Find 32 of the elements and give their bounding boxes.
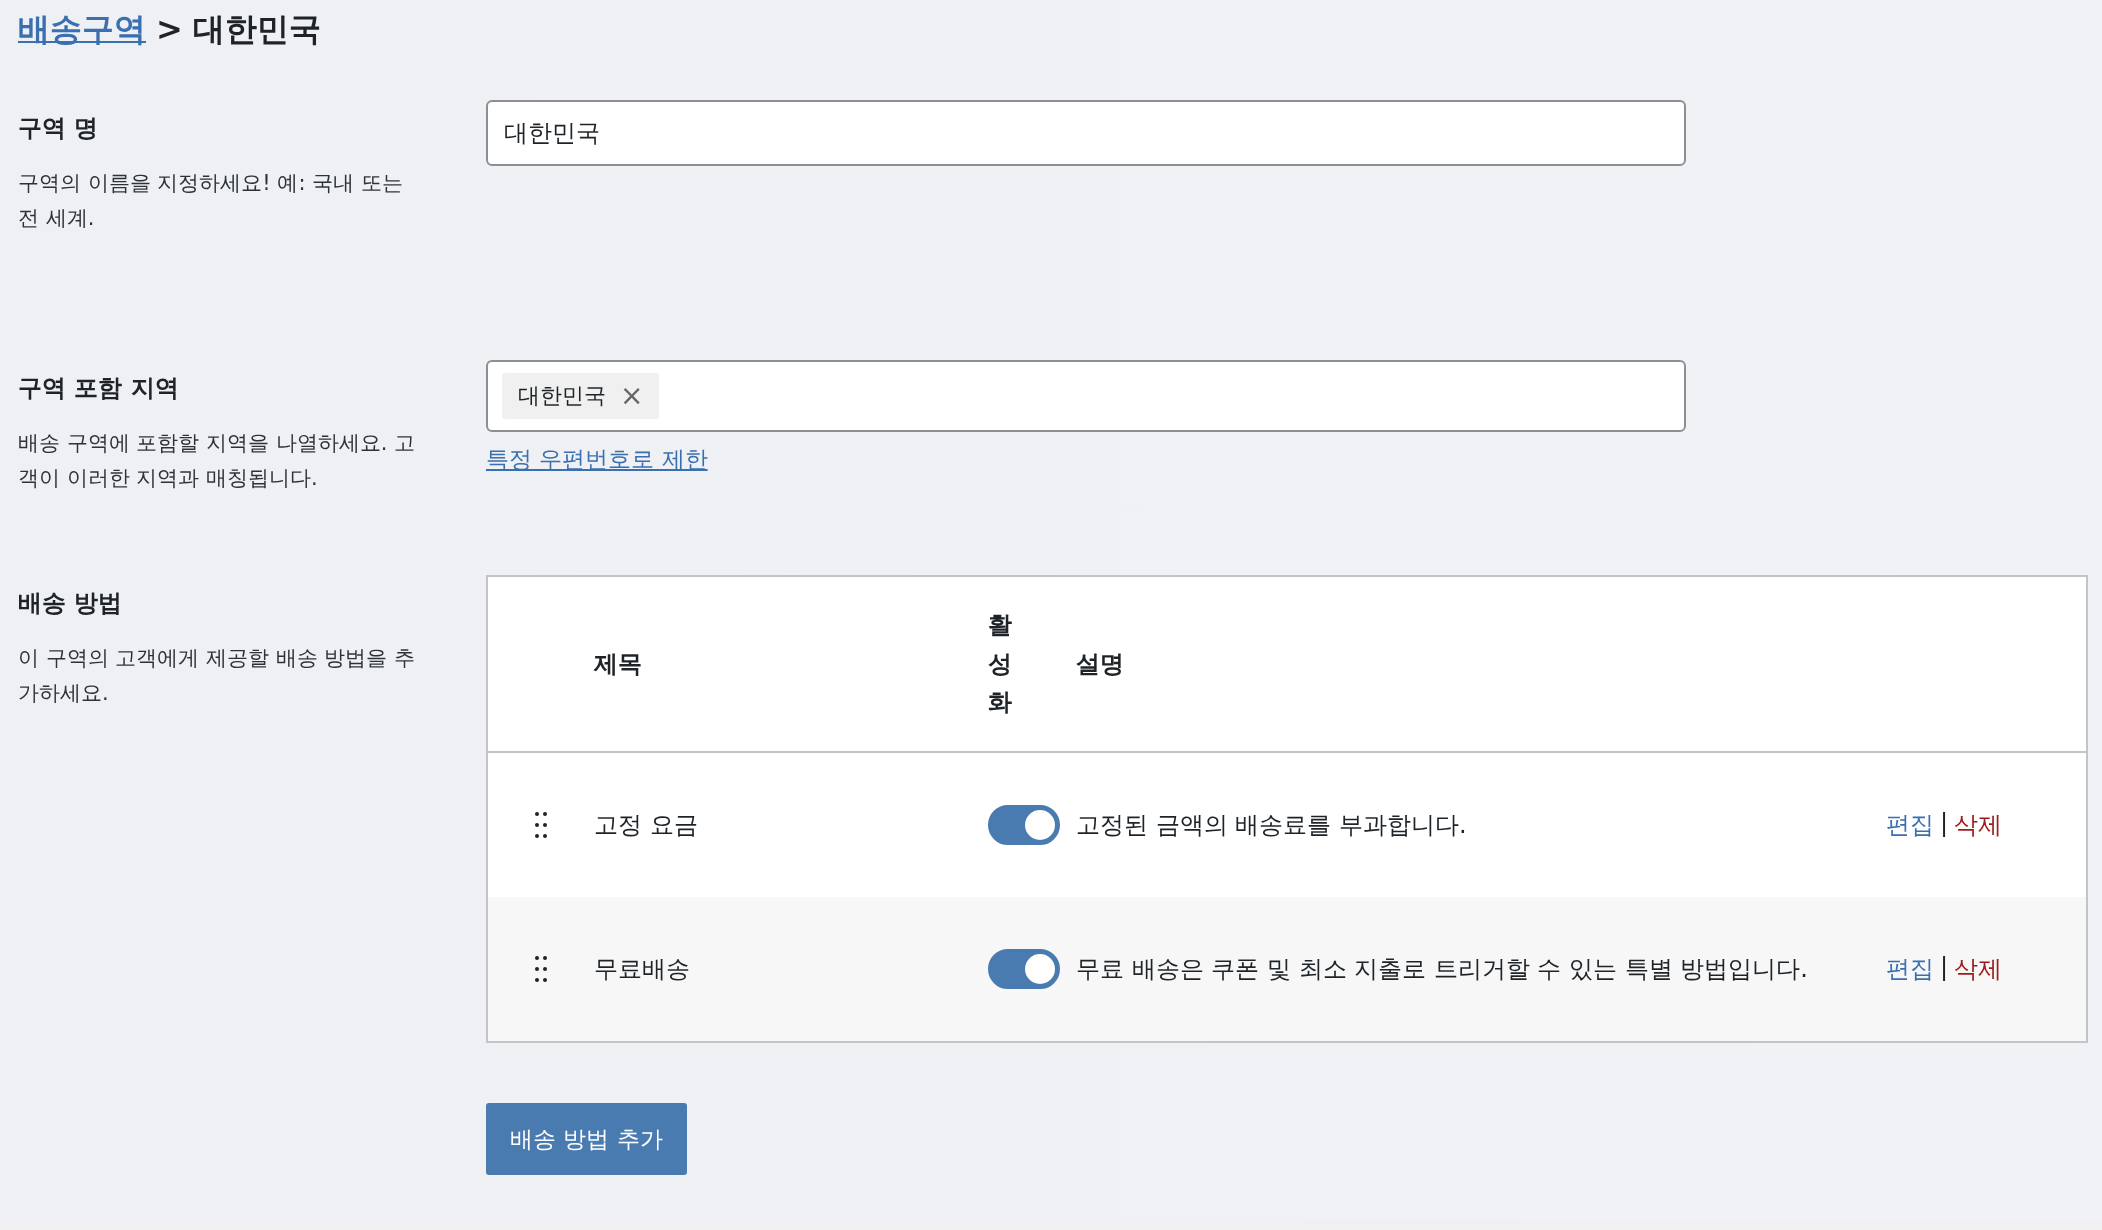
column-header: 제목 (594, 650, 642, 678)
field-label: 구역 명 (18, 113, 100, 144)
field-label: 배송 방법 (18, 588, 124, 619)
field-description: 구역의 이름을 지정하세요! 예: 국내 또는 전 세계. (18, 170, 404, 232)
edit-link[interactable]: 편집 (1886, 809, 1934, 841)
column-header: 활성화 (988, 610, 1012, 719)
region-tag: 대한민국 (518, 381, 606, 411)
add-shipping-method-button[interactable]: 배송 방법 추가 (486, 1103, 687, 1175)
delete-link[interactable]: 삭제 (1954, 953, 2003, 985)
enabled-toggle[interactable] (988, 805, 1060, 845)
breadcrumb-separator: > (156, 10, 183, 48)
link-separator: | (1940, 809, 1949, 839)
delete-link[interactable]: 삭제 (1954, 809, 2003, 841)
breadcrumb-link[interactable]: 배송구역 (18, 8, 146, 52)
link-separator: | (1940, 953, 1949, 983)
field-label: 구역 포함 지역 (18, 373, 180, 404)
region-select-field[interactable]: 대한민국 × (486, 360, 1686, 432)
postcode-limit-link[interactable]: 특정 우편번호로 제한 (486, 444, 708, 475)
zone-name-field[interactable]: 대한민국 (486, 100, 1686, 166)
remove-tag-button[interactable]: × (620, 382, 644, 410)
edit-link[interactable]: 편집 (1886, 953, 1934, 985)
field-description: 배송 구역에 포함할 지역을 나열하세요. 고객이 이러한 지역과 매칭됩니다. (18, 430, 417, 492)
method-description: 무료 배송은 쿠폰 및 최소 지출로 트리거할 수 있는 특별 방법입니다. (1076, 955, 1808, 983)
method-title: 무료배송 (594, 955, 690, 983)
field-description: 이 구역의 고객에게 제공할 배송 방법을 추가하세요. (18, 645, 417, 707)
column-header: 설명 (1076, 650, 1124, 678)
enabled-toggle[interactable] (988, 949, 1060, 989)
drag-handle-icon[interactable] (534, 955, 548, 983)
method-description: 고정된 금액의 배송료를 부과합니다. (1076, 811, 1467, 839)
drag-handle-icon[interactable] (534, 811, 548, 839)
method-title: 고정 요금 (594, 811, 698, 839)
page-title: 대한민국 (192, 9, 321, 50)
